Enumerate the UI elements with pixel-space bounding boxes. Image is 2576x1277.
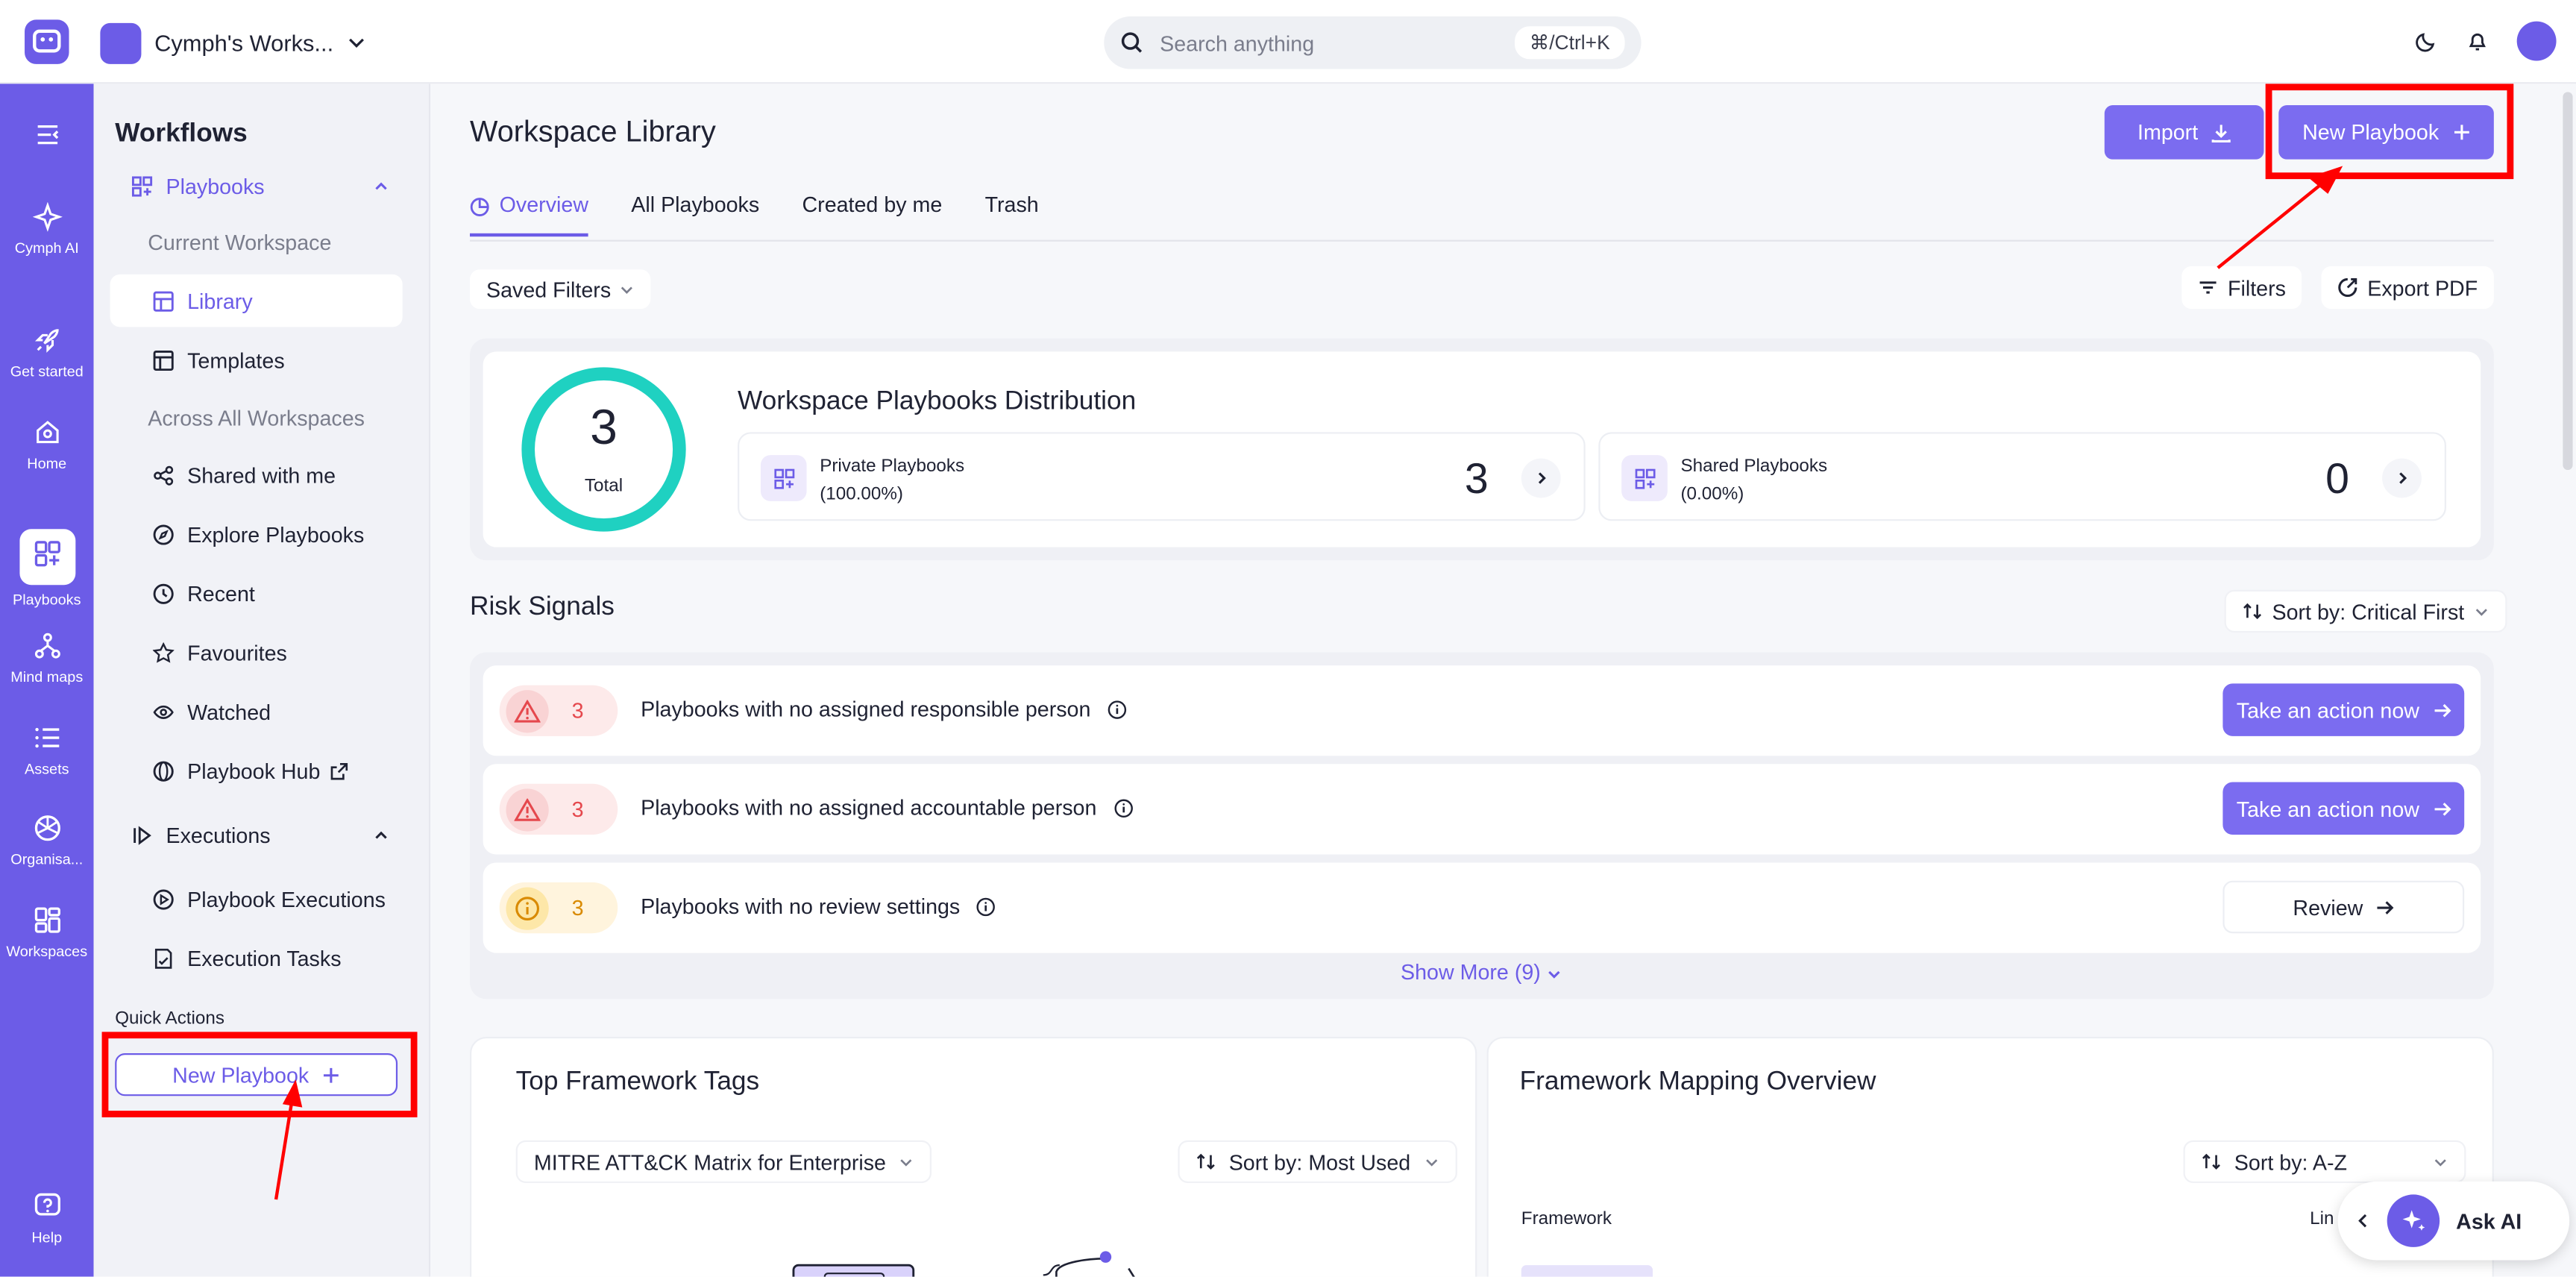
annotation-arrows (274, 166, 2343, 1200)
